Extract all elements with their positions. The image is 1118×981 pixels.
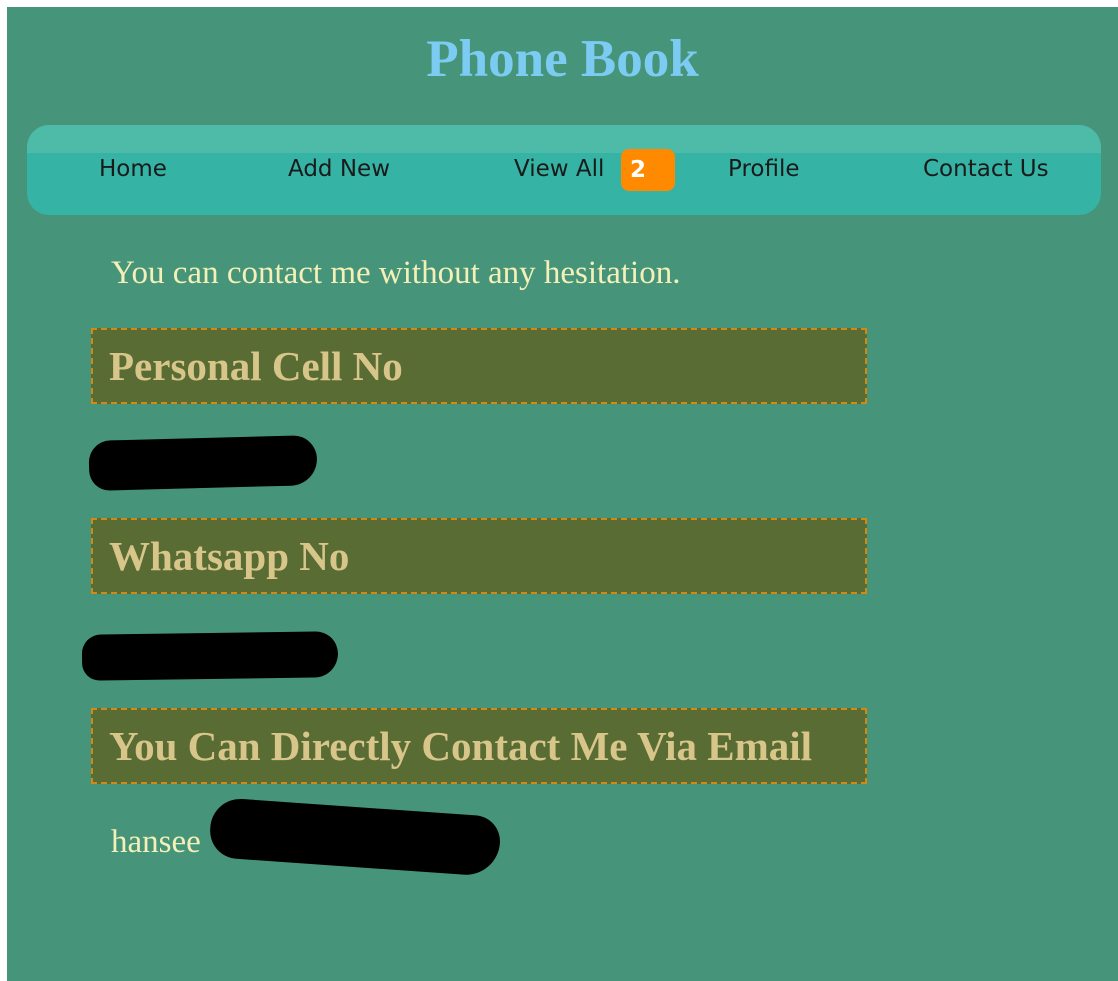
nav-profile-link[interactable]: Profile [728, 155, 800, 183]
intro-text: You can contact me without any hesitatio… [111, 255, 681, 291]
personal-cell-heading: Personal Cell No [91, 328, 867, 404]
nav-home-link[interactable]: Home [99, 155, 167, 183]
email-heading: You Can Directly Contact Me Via Email [91, 708, 867, 784]
whatsapp-redaction [81, 631, 339, 681]
page: Phone Book Home Add New View All 2 Profi… [7, 7, 1118, 981]
personal-cell-redaction [88, 435, 318, 491]
email-redaction [208, 796, 502, 878]
email-address: hansee [111, 824, 201, 860]
main-nav: Home Add New View All 2 Profile Contact … [27, 125, 1101, 215]
page-title: Phone Book [426, 30, 699, 88]
nav-add-new-link[interactable]: Add New [288, 155, 390, 183]
nav-contact-us-link[interactable]: Contact Us [923, 155, 1049, 183]
nav-view-all-link[interactable]: View All [514, 155, 604, 183]
whatsapp-heading: Whatsapp No [91, 518, 867, 594]
contact-count-badge: 2 [621, 149, 675, 191]
